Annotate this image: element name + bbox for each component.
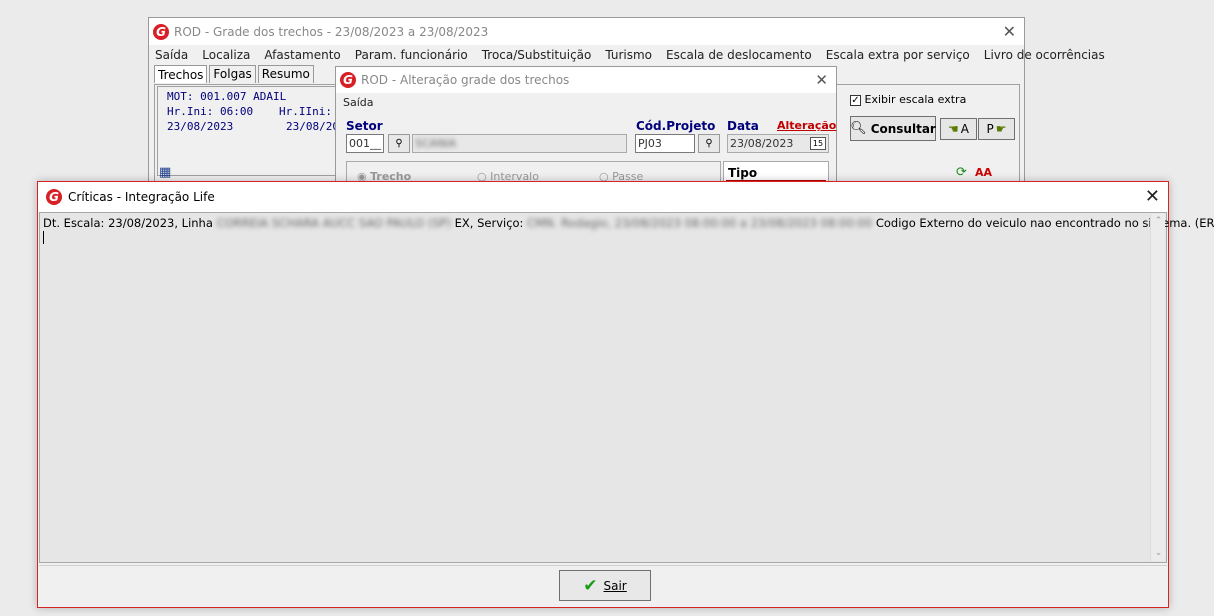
calendar-icon[interactable]: ▦ bbox=[159, 165, 171, 180]
msg-servico-label: EX, Serviço: bbox=[454, 216, 524, 230]
criticas-footer: ✔ Sair bbox=[39, 565, 1167, 605]
text-caret bbox=[43, 231, 44, 244]
grade-trechos-tabs: Trechos Folgas Resumo bbox=[154, 65, 316, 83]
binoculars-icon[interactable]: ⚲ bbox=[388, 134, 410, 153]
alteracao-grade-titlebar: G ROD - Alteração grade dos trechos ✕ bbox=[336, 67, 836, 93]
menu-escala-deslocamento[interactable]: Escala de deslocamento bbox=[666, 48, 812, 62]
consultar-label: Consultar bbox=[870, 121, 936, 136]
menu-troca-substituicao[interactable]: Troca/Substituição bbox=[482, 48, 592, 62]
msg-servico-redacted: CMN. Rodagio, 23/08/2023 08:00:00 a 23/0… bbox=[527, 216, 873, 230]
consultar-button[interactable]: 🔍︎ Consultar bbox=[850, 116, 936, 141]
btn-a-label: A bbox=[960, 122, 969, 136]
hand-right-icon: ☛ bbox=[995, 122, 1007, 136]
sair-button[interactable]: ✔ Sair bbox=[559, 570, 651, 601]
criticas-dialog: G Críticas - Integração Life ✕ Dt. Escal… bbox=[37, 181, 1214, 608]
msg-linha-redacted: CORREIA SCHARA AUCC SAO PAULO (SP) bbox=[216, 216, 451, 230]
binoculars-icon[interactable]: ⚲ bbox=[698, 134, 720, 153]
close-icon[interactable]: ✕ bbox=[1003, 22, 1016, 41]
alteracao-grade-title: ROD - Alteração grade dos trechos bbox=[361, 73, 570, 87]
date-end-value: 23/08/20 bbox=[286, 120, 339, 133]
cod-projeto-field[interactable]: PJ03 bbox=[635, 134, 695, 153]
exibir-escala-extra-checkbox[interactable]: ✓ Exibir escala extra bbox=[850, 93, 966, 106]
hr-iini-label: Hr.IIni: bbox=[279, 105, 332, 118]
data-label: Data bbox=[727, 119, 759, 133]
criticas-memo[interactable]: Dt. Escala: 23/08/2023, Linha CORREIA SC… bbox=[39, 212, 1214, 563]
previous-a-button[interactable]: ☚ A bbox=[940, 118, 977, 140]
sair-label: Sair bbox=[603, 578, 627, 593]
tab-trechos[interactable]: Trechos bbox=[154, 65, 208, 83]
hr-ini-label: Hr.Ini: 06:00 bbox=[167, 105, 254, 118]
refresh-icon[interactable]: ⟳ bbox=[956, 165, 967, 180]
setor-field[interactable]: 001__ bbox=[346, 134, 384, 153]
rod-logo-icon: G bbox=[340, 72, 356, 88]
menu-livro-ocorrencias[interactable]: Livro de ocorrências bbox=[984, 48, 1105, 62]
tipo-label: Tipo bbox=[728, 166, 758, 180]
alteracao-link[interactable]: Alteração bbox=[777, 119, 836, 132]
setor-description-field: SCANIA bbox=[412, 134, 627, 153]
menu-localiza[interactable]: Localiza bbox=[202, 48, 250, 62]
date-start-value: 23/08/2023 bbox=[167, 120, 234, 133]
next-p-button[interactable]: P ☛ bbox=[978, 118, 1015, 140]
setor-label: Setor bbox=[346, 119, 383, 133]
criticas-title: Críticas - Integração Life bbox=[68, 190, 215, 204]
menu-saida[interactable]: Saída bbox=[155, 48, 188, 62]
menu-saida[interactable]: Saída bbox=[343, 96, 374, 109]
setor-description-text: SCANIA bbox=[415, 137, 457, 150]
calendar-icon[interactable]: 15 bbox=[810, 137, 826, 150]
font-aa-icon[interactable]: AA bbox=[975, 166, 992, 179]
rod-logo-icon: G bbox=[153, 23, 169, 40]
magnifier-icon: 🔍︎ bbox=[850, 121, 867, 136]
hand-left-icon: ☚ bbox=[948, 122, 959, 136]
criticas-titlebar: G Críticas - Integração Life ✕ bbox=[38, 182, 1168, 212]
scroll-up-icon[interactable]: ⌃ bbox=[1151, 214, 1166, 229]
exibir-escala-extra-label: Exibir escala extra bbox=[864, 93, 967, 106]
menu-turismo[interactable]: Turismo bbox=[605, 48, 652, 62]
btn-p-label: P bbox=[986, 122, 994, 136]
vertical-scrollbar[interactable]: ⌃ ⌄ bbox=[1150, 214, 1165, 561]
check-icon: ✓ bbox=[850, 94, 861, 106]
msg-prefix: Dt. Escala: 23/08/2023, Linha bbox=[43, 216, 213, 230]
menu-afastamento[interactable]: Afastamento bbox=[264, 48, 340, 62]
scroll-down-icon[interactable]: ⌄ bbox=[1151, 546, 1166, 561]
motorista-line: MOT: 001.007 ADAIL bbox=[167, 90, 287, 103]
close-icon[interactable]: ✕ bbox=[1145, 186, 1160, 207]
alteracao-grade-window: G ROD - Alteração grade dos trechos ✕ Sa… bbox=[335, 66, 837, 197]
criticas-message: Dt. Escala: 23/08/2023, Linha CORREIA SC… bbox=[43, 216, 1214, 230]
grade-trechos-title: ROD - Grade dos trechos - 23/08/2023 a 2… bbox=[174, 24, 489, 39]
rod-logo-icon: G bbox=[46, 189, 62, 205]
grade-trechos-menubar: Saída Localiza Afastamento Param. funcio… bbox=[149, 45, 1105, 65]
data-value: 23/08/2023 bbox=[730, 137, 794, 150]
checkmark-icon: ✔ bbox=[583, 575, 598, 596]
close-icon[interactable]: ✕ bbox=[815, 71, 828, 89]
tab-folgas[interactable]: Folgas bbox=[209, 65, 256, 83]
grade-trechos-titlebar: G ROD - Grade dos trechos - 23/08/2023 a… bbox=[149, 18, 1024, 45]
menu-escala-extra-servico[interactable]: Escala extra por serviço bbox=[826, 48, 970, 62]
tab-resumo[interactable]: Resumo bbox=[257, 65, 314, 83]
cod-projeto-label: Cód.Projeto bbox=[636, 119, 716, 133]
menu-param-funcionario[interactable]: Param. funcionário bbox=[355, 48, 468, 62]
